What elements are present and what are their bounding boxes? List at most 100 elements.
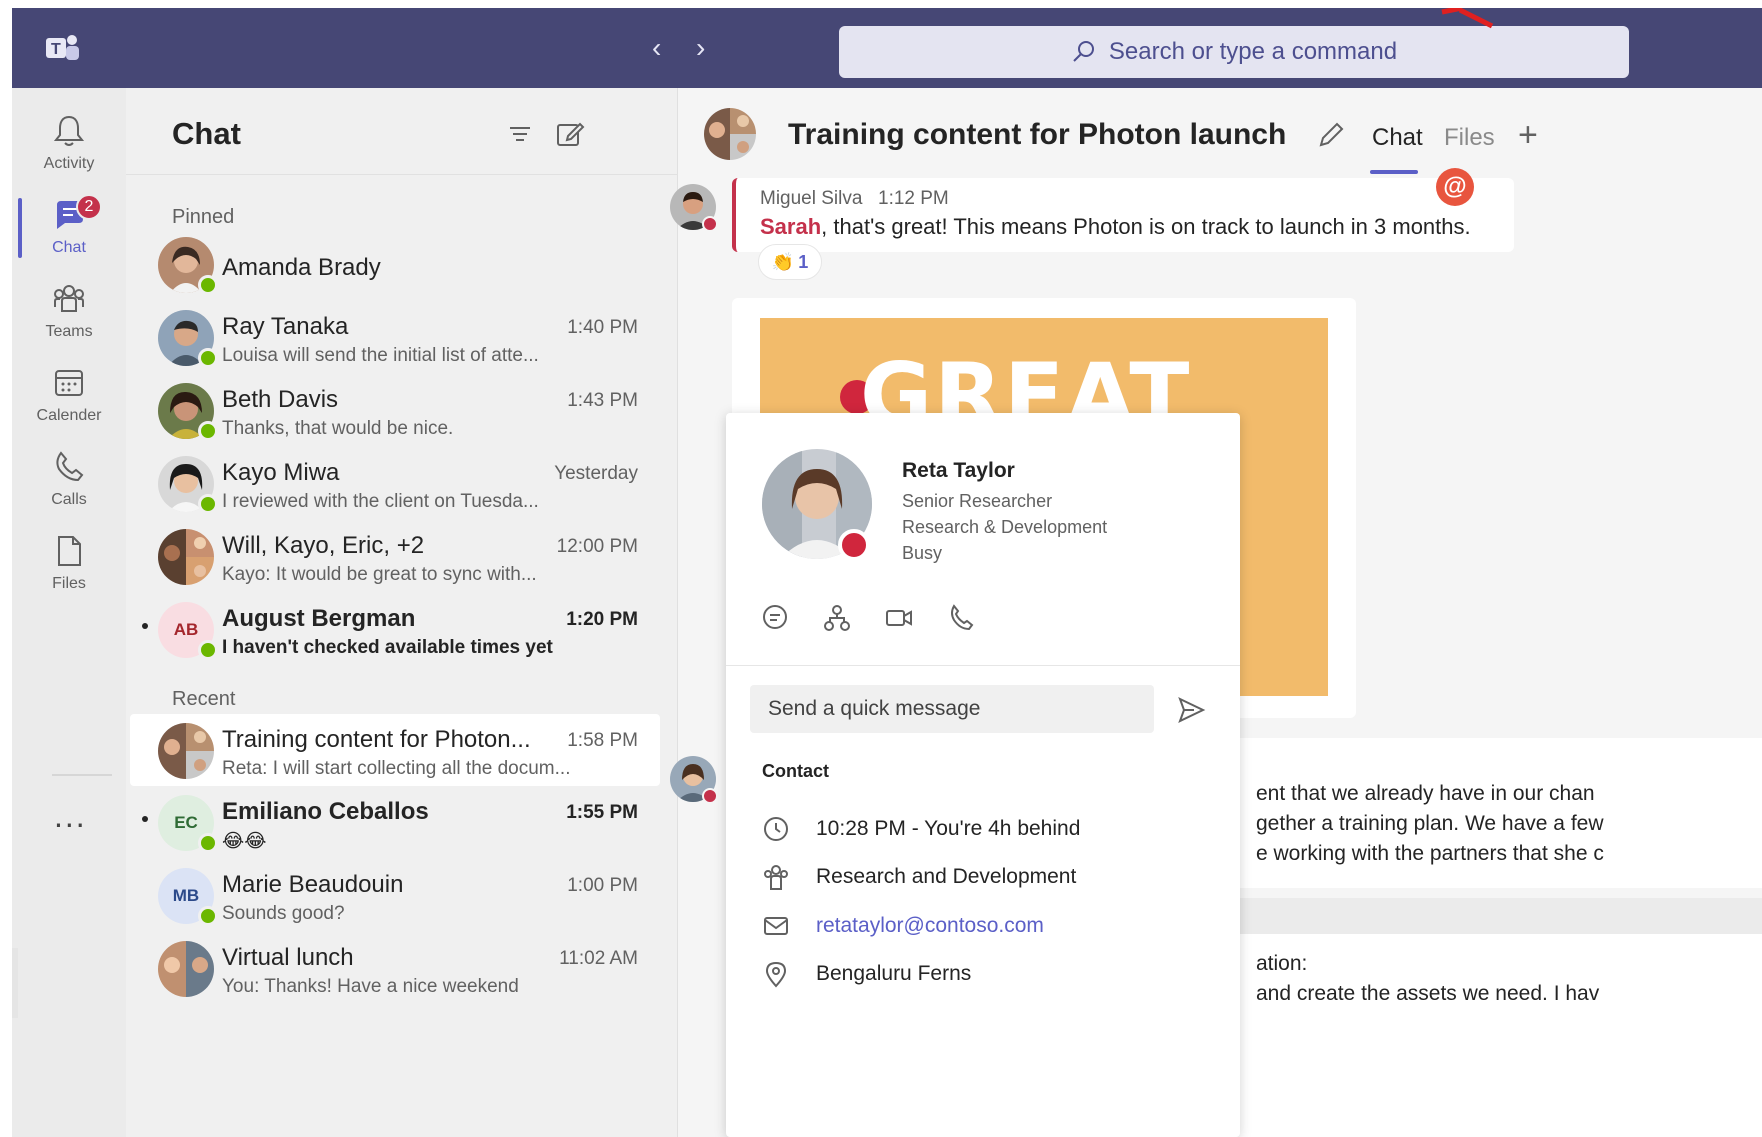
chat-item-emiliano-ceballos[interactable]: EC Emiliano Ceballos 1:55 PM 😂😂 bbox=[130, 786, 660, 866]
edit-pencil-icon[interactable] bbox=[1316, 120, 1346, 150]
pinned-label: Pinned bbox=[172, 206, 235, 228]
org-chart-icon[interactable] bbox=[822, 603, 852, 633]
conversation-header: Training content for Photon launch Chat … bbox=[678, 88, 1762, 178]
email-link[interactable]: retataylor@contoso.com bbox=[816, 914, 1044, 938]
presence-busy bbox=[838, 529, 870, 561]
chat-preview: You: Thanks! Have a nice weekend bbox=[222, 976, 519, 997]
search-icon bbox=[1073, 41, 1094, 62]
search-placeholder: Search or type a command bbox=[1108, 38, 1398, 65]
tab-chat[interactable]: Chat bbox=[1372, 124, 1423, 152]
chat-preview: Thanks, that would be nice. bbox=[222, 418, 454, 439]
chat-item-virtual-lunch[interactable]: Virtual lunch 11:02 AM You: Thanks! Have… bbox=[130, 932, 660, 1012]
filter-icon[interactable] bbox=[504, 118, 536, 150]
group-avatar bbox=[158, 529, 214, 585]
back-button[interactable]: ‹ bbox=[652, 34, 661, 62]
rail-divider bbox=[52, 774, 112, 776]
message-text: Sarah, that's great! This means Photon i… bbox=[760, 214, 1471, 240]
chat-time: 11:02 AM bbox=[559, 948, 638, 969]
chat-bubble-icon[interactable] bbox=[760, 603, 790, 633]
rail-item-teams[interactable]: Teams bbox=[12, 268, 126, 354]
chat-time: 1:40 PM bbox=[567, 317, 638, 338]
rail-item-files[interactable]: Files bbox=[12, 520, 126, 606]
rail-item-calls[interactable]: Calls bbox=[12, 436, 126, 522]
presence-available bbox=[198, 421, 218, 441]
reaction-pill[interactable]: 👏 1 bbox=[758, 244, 822, 280]
local-time-text: 10:28 PM - You're 4h behind bbox=[816, 817, 1081, 840]
rail-label: Calls bbox=[51, 491, 87, 508]
chat-preview: I reviewed with the client on Tuesda... bbox=[222, 491, 539, 512]
profile-title: Senior Researcher bbox=[902, 491, 1053, 511]
chat-item-amanda-brady[interactable]: Amanda Brady bbox=[130, 228, 660, 308]
chat-time: 1:20 PM bbox=[566, 609, 638, 630]
rail-label: Files bbox=[52, 575, 86, 592]
message-separator bbox=[1230, 898, 1762, 934]
chat-item-ray-tanaka[interactable]: Ray Tanaka 1:40 PM Louisa will send the … bbox=[130, 301, 660, 381]
profile-card: Reta Taylor Senior Researcher Research &… bbox=[726, 413, 1240, 1137]
unread-indicator bbox=[142, 816, 148, 822]
chat-item-group-will-kayo-eric[interactable]: Will, Kayo, Eric, +2 12:00 PM Kayo: It w… bbox=[130, 520, 660, 600]
message-line: ent that we already have in our chan bbox=[1256, 782, 1595, 805]
chat-name: Training content for Photon... bbox=[222, 726, 531, 753]
chat-name: Emiliano Ceballos bbox=[222, 798, 429, 825]
chat-time: 1:58 PM bbox=[567, 730, 638, 751]
group-avatar bbox=[704, 108, 756, 160]
mention[interactable]: Sarah bbox=[760, 214, 821, 239]
chat-name: Virtual lunch bbox=[222, 944, 354, 971]
add-tab-button[interactable]: + bbox=[1518, 116, 1538, 155]
chat-preview: 😂😂 bbox=[222, 831, 267, 852]
message-line: and create the assets we need. I hav bbox=[1256, 982, 1600, 1005]
forward-button[interactable]: › bbox=[696, 34, 705, 62]
presence-available bbox=[198, 833, 218, 853]
teams-icon bbox=[54, 285, 84, 312]
unread-badge: 2 bbox=[76, 194, 102, 220]
rail-item-chat[interactable]: Chat 2 bbox=[12, 184, 126, 270]
search-bar[interactable]: Search or type a command bbox=[839, 26, 1629, 78]
rail-item-calendar[interactable]: Calender bbox=[12, 352, 126, 438]
chat-name: Will, Kayo, Eric, +2 bbox=[222, 532, 425, 559]
chat-item-beth-davis[interactable]: Beth Davis 1:43 PM Thanks, that would be… bbox=[130, 374, 660, 454]
message-line: ation: bbox=[1256, 952, 1308, 975]
send-icon[interactable] bbox=[1176, 695, 1206, 725]
quick-message-input[interactable] bbox=[750, 685, 1154, 733]
message-body: , that's great! This means Photon is on … bbox=[821, 214, 1471, 239]
chat-item-kayo-miwa[interactable]: Kayo Miwa Yesterday I reviewed with the … bbox=[130, 447, 660, 527]
profile-actions bbox=[760, 603, 976, 633]
presence-busy bbox=[702, 788, 718, 804]
list-divider bbox=[126, 174, 678, 175]
tab-files[interactable]: Files bbox=[1444, 124, 1495, 152]
video-call-icon[interactable] bbox=[884, 603, 914, 633]
active-tab-indicator bbox=[1370, 170, 1418, 174]
chat-item-marie-beaudouin[interactable]: MB Marie Beaudouin 1:00 PM Sounds good? bbox=[130, 859, 660, 939]
contact-email[interactable]: retataylor@contoso.com bbox=[762, 912, 1044, 940]
chat-item-training-content[interactable]: Training content for Photon... 1:58 PM R… bbox=[130, 714, 660, 786]
teams-window: T ‹ › Search or type a command Activity … bbox=[12, 8, 1762, 1137]
chat-time: 1:55 PM bbox=[566, 802, 638, 823]
chat-time: Yesterday bbox=[554, 463, 638, 484]
presence-available bbox=[198, 275, 218, 295]
chat-name: Ray Tanaka bbox=[222, 313, 349, 340]
teams-logo-icon: T bbox=[46, 35, 79, 60]
rail-item-activity[interactable]: Activity bbox=[12, 100, 126, 186]
group-avatar bbox=[158, 941, 214, 997]
rail-label: Teams bbox=[45, 323, 93, 340]
phone-call-icon[interactable] bbox=[946, 603, 976, 633]
recent-label: Recent bbox=[172, 688, 236, 710]
chat-list-pane: Chat Pinned Amanda Brady Ray Tanaka 1:40… bbox=[126, 88, 678, 1137]
chat-time: 12:00 PM bbox=[556, 536, 638, 557]
more-apps-button[interactable]: ... bbox=[54, 798, 87, 835]
presence-available bbox=[198, 906, 218, 926]
contact-org: Research and Development bbox=[762, 863, 1076, 891]
org-text: Research and Development bbox=[816, 865, 1077, 888]
chat-name: Beth Davis bbox=[222, 386, 339, 413]
new-chat-icon[interactable] bbox=[554, 118, 586, 150]
profile-divider bbox=[726, 665, 1240, 666]
presence-available bbox=[198, 494, 218, 514]
window-edge bbox=[12, 948, 18, 1018]
clock-icon bbox=[764, 817, 788, 841]
conversation-title: Training content for Photon launch bbox=[788, 118, 1287, 151]
chat-preview: Louisa will send the initial list of att… bbox=[222, 345, 539, 366]
chat-item-august-bergman[interactable]: AB August Bergman 1:20 PM I haven't chec… bbox=[130, 593, 660, 673]
message-time: 1:12 PM bbox=[878, 188, 949, 209]
phone-icon bbox=[56, 451, 84, 482]
message-bubble: ent that we already have in our chan get… bbox=[1230, 738, 1762, 888]
